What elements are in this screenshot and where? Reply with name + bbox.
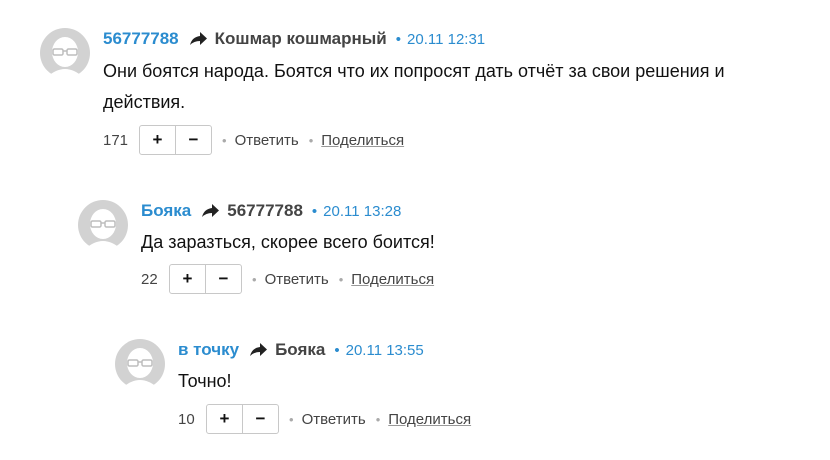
vote-score: 171: [103, 131, 129, 149]
avatar[interactable]: [78, 200, 128, 250]
separator-dot: •: [308, 132, 314, 148]
comment-actions: 10 + − • Ответить • Поделиться: [178, 404, 798, 434]
vote-score: 22: [141, 270, 158, 288]
reply-to-name[interactable]: Кошмар кошмарный: [215, 29, 387, 49]
upvote-button[interactable]: +: [140, 126, 175, 154]
separator-dot: •: [338, 271, 344, 287]
comment-actions: 171 + − • Ответить • Поделиться: [103, 125, 803, 155]
comment-time[interactable]: 20.11 12:31: [407, 31, 485, 48]
share-button[interactable]: Поделиться: [388, 411, 471, 428]
vote-score: 10: [178, 410, 195, 428]
avatar[interactable]: [115, 339, 165, 389]
downvote-button[interactable]: −: [242, 405, 278, 433]
comment-text: Они боятся народа. Боятся что их попрося…: [103, 61, 725, 112]
reply-to-name[interactable]: Бояка: [275, 340, 325, 360]
avatar[interactable]: [40, 28, 90, 78]
reply-button[interactable]: Ответить: [302, 411, 366, 428]
share-button[interactable]: Поделиться: [351, 271, 434, 288]
upvote-button[interactable]: +: [170, 265, 205, 293]
separator-dot: •: [289, 411, 294, 427]
separator-dot: •: [375, 411, 381, 427]
comment-header: Бояка 56777788 • 20.11 13:28: [141, 200, 801, 222]
comment-text: Да заразться, скорее всего боится!: [141, 232, 435, 252]
upvote-button[interactable]: +: [207, 405, 242, 433]
avatar-placeholder-icon: [115, 339, 165, 389]
reply-button[interactable]: Ответить: [235, 132, 299, 149]
comment-actions: 22 + − • Ответить • Поделиться: [141, 264, 801, 294]
reply-to-name[interactable]: 56777788: [227, 201, 303, 221]
comment-time[interactable]: 20.11 13:55: [346, 342, 424, 359]
separator-dot: •: [311, 202, 318, 220]
separator-dot: •: [334, 341, 340, 359]
comment-body: 56777788 Кошмар кошмарный • 20.11 12:31 …: [103, 28, 803, 155]
comment-thread: 56777788 Кошмар кошмарный • 20.11 12:31 …: [0, 0, 830, 460]
comment-body: Бояка 56777788 • 20.11 13:28 Да заразтьс…: [141, 200, 801, 294]
author-name[interactable]: 56777788: [103, 29, 179, 49]
reply-arrow-icon: [202, 204, 220, 217]
reply-arrow-icon: [250, 343, 268, 356]
author-name[interactable]: в точку: [178, 340, 239, 360]
share-button[interactable]: Поделиться: [321, 132, 404, 149]
comment-time[interactable]: 20.11 13:28: [323, 203, 401, 220]
comment-header: в точку Бояка • 20.11 13:55: [178, 339, 798, 361]
vote-control: + −: [169, 264, 242, 294]
reply-arrow-icon: [189, 32, 207, 45]
comment-body: в точку Бояка • 20.11 13:55 Точно! 10 + …: [178, 339, 798, 434]
comment-text: Точно!: [178, 371, 232, 391]
separator-dot: •: [395, 30, 402, 48]
vote-control: + −: [139, 125, 212, 155]
downvote-button[interactable]: −: [175, 126, 211, 154]
avatar-placeholder-icon: [78, 200, 128, 250]
comment-header: 56777788 Кошмар кошмарный • 20.11 12:31: [103, 28, 803, 50]
vote-control: + −: [206, 404, 279, 434]
separator-dot: •: [252, 271, 257, 287]
separator-dot: •: [222, 132, 227, 148]
avatar-placeholder-icon: [40, 28, 90, 78]
reply-button[interactable]: Ответить: [265, 271, 329, 288]
author-name[interactable]: Бояка: [141, 201, 191, 221]
downvote-button[interactable]: −: [205, 265, 241, 293]
